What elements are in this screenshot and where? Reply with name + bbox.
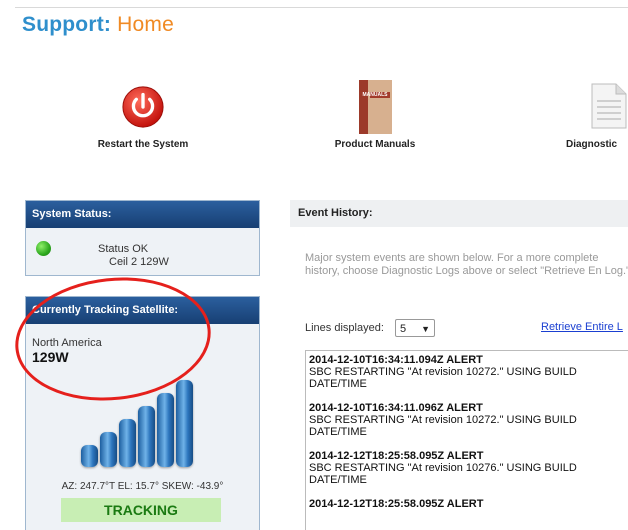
system-status-heading: System Status:	[26, 201, 259, 228]
event-history-description: Major system events are shown below. For…	[305, 252, 628, 277]
event-log-list[interactable]: 2014-12-10T16:34:11.094Z ALERT SBC RESTAR…	[305, 350, 628, 530]
page-title-prefix: Support:	[22, 13, 112, 36]
tracking-heading: Currently Tracking Satellite:	[26, 297, 259, 324]
manual-book-icon	[358, 80, 392, 134]
product-manuals-label: Product Manuals	[334, 139, 416, 150]
pointing-readout: AZ: 247.7°T EL: 15.7° SKEW: -43.9°	[61, 481, 224, 492]
lines-displayed-value: 5	[400, 323, 407, 335]
log-entry: 2014-12-12T18:25:58.095Z ALERT	[306, 495, 628, 510]
retrieve-entire-log-link[interactable]: Retrieve Entire L	[541, 321, 623, 333]
log-entry-message: SBC RESTARTING "At revision 10272." USIN…	[309, 414, 577, 438]
tracking-status-button[interactable]: TRACKING	[61, 498, 221, 522]
status-text: Status OK Ceil 2 129W	[98, 243, 169, 269]
satellite-name: 129W	[32, 349, 69, 365]
signal-bar	[138, 406, 155, 467]
log-entry: 2014-12-10T16:34:11.094Z ALERT SBC RESTAR…	[306, 351, 628, 390]
diagnostic-label: Diagnostic	[566, 139, 618, 150]
restart-system-tile[interactable]: Restart the System	[98, 85, 188, 155]
satellite-region: North America	[32, 337, 102, 349]
page-title: Support: Home	[22, 13, 174, 37]
lines-displayed-label: Lines displayed:	[305, 322, 384, 334]
log-entry: 2014-12-12T18:25:58.095Z ALERT SBC RESTAR…	[306, 447, 628, 486]
event-history-heading: Event History:	[290, 200, 628, 227]
top-divider	[15, 7, 628, 8]
log-entry: 2014-12-10T16:34:11.096Z ALERT SBC RESTAR…	[306, 399, 628, 438]
log-entry-message: SBC RESTARTING "At revision 10272." USIN…	[309, 366, 577, 390]
power-icon	[122, 86, 164, 128]
status-detail: Ceil 2 129W	[109, 256, 169, 268]
signal-bar	[157, 393, 174, 467]
restart-system-label: Restart the System	[97, 139, 189, 150]
dropdown-caret-icon: ▼	[421, 324, 430, 334]
diagnostic-tile[interactable]: Diagnostic	[566, 83, 628, 153]
log-entry-timestamp: 2014-12-10T16:34:11.094Z ALERT	[309, 354, 483, 366]
log-entry-message: SBC RESTARTING "At revision 10276." USIN…	[309, 462, 577, 486]
product-manuals-tile[interactable]: MANUALS Product Manuals	[330, 80, 420, 154]
tracking-satellite-panel: Currently Tracking Satellite: North Amer…	[25, 296, 260, 530]
manual-book-text: MANUALS	[362, 92, 388, 98]
page-title-suffix: Home	[117, 13, 174, 36]
lines-displayed-select[interactable]: 5 ▼	[395, 319, 435, 337]
document-icon	[591, 83, 627, 129]
log-entry-timestamp: 2014-12-10T16:34:11.096Z ALERT	[309, 402, 483, 414]
signal-bar	[176, 380, 193, 467]
log-entry-timestamp: 2014-12-12T18:25:58.095Z ALERT	[309, 450, 484, 462]
status-label: Status OK	[98, 243, 149, 255]
signal-bar	[81, 445, 98, 467]
signal-strength-icon	[81, 377, 201, 467]
system-status-panel: System Status: Status OK Ceil 2 129W	[25, 200, 260, 276]
signal-bar	[119, 419, 136, 467]
log-entry-timestamp: 2014-12-12T18:25:58.095Z ALERT	[309, 498, 484, 510]
signal-bar	[100, 432, 117, 467]
status-ok-indicator-icon	[36, 241, 51, 256]
